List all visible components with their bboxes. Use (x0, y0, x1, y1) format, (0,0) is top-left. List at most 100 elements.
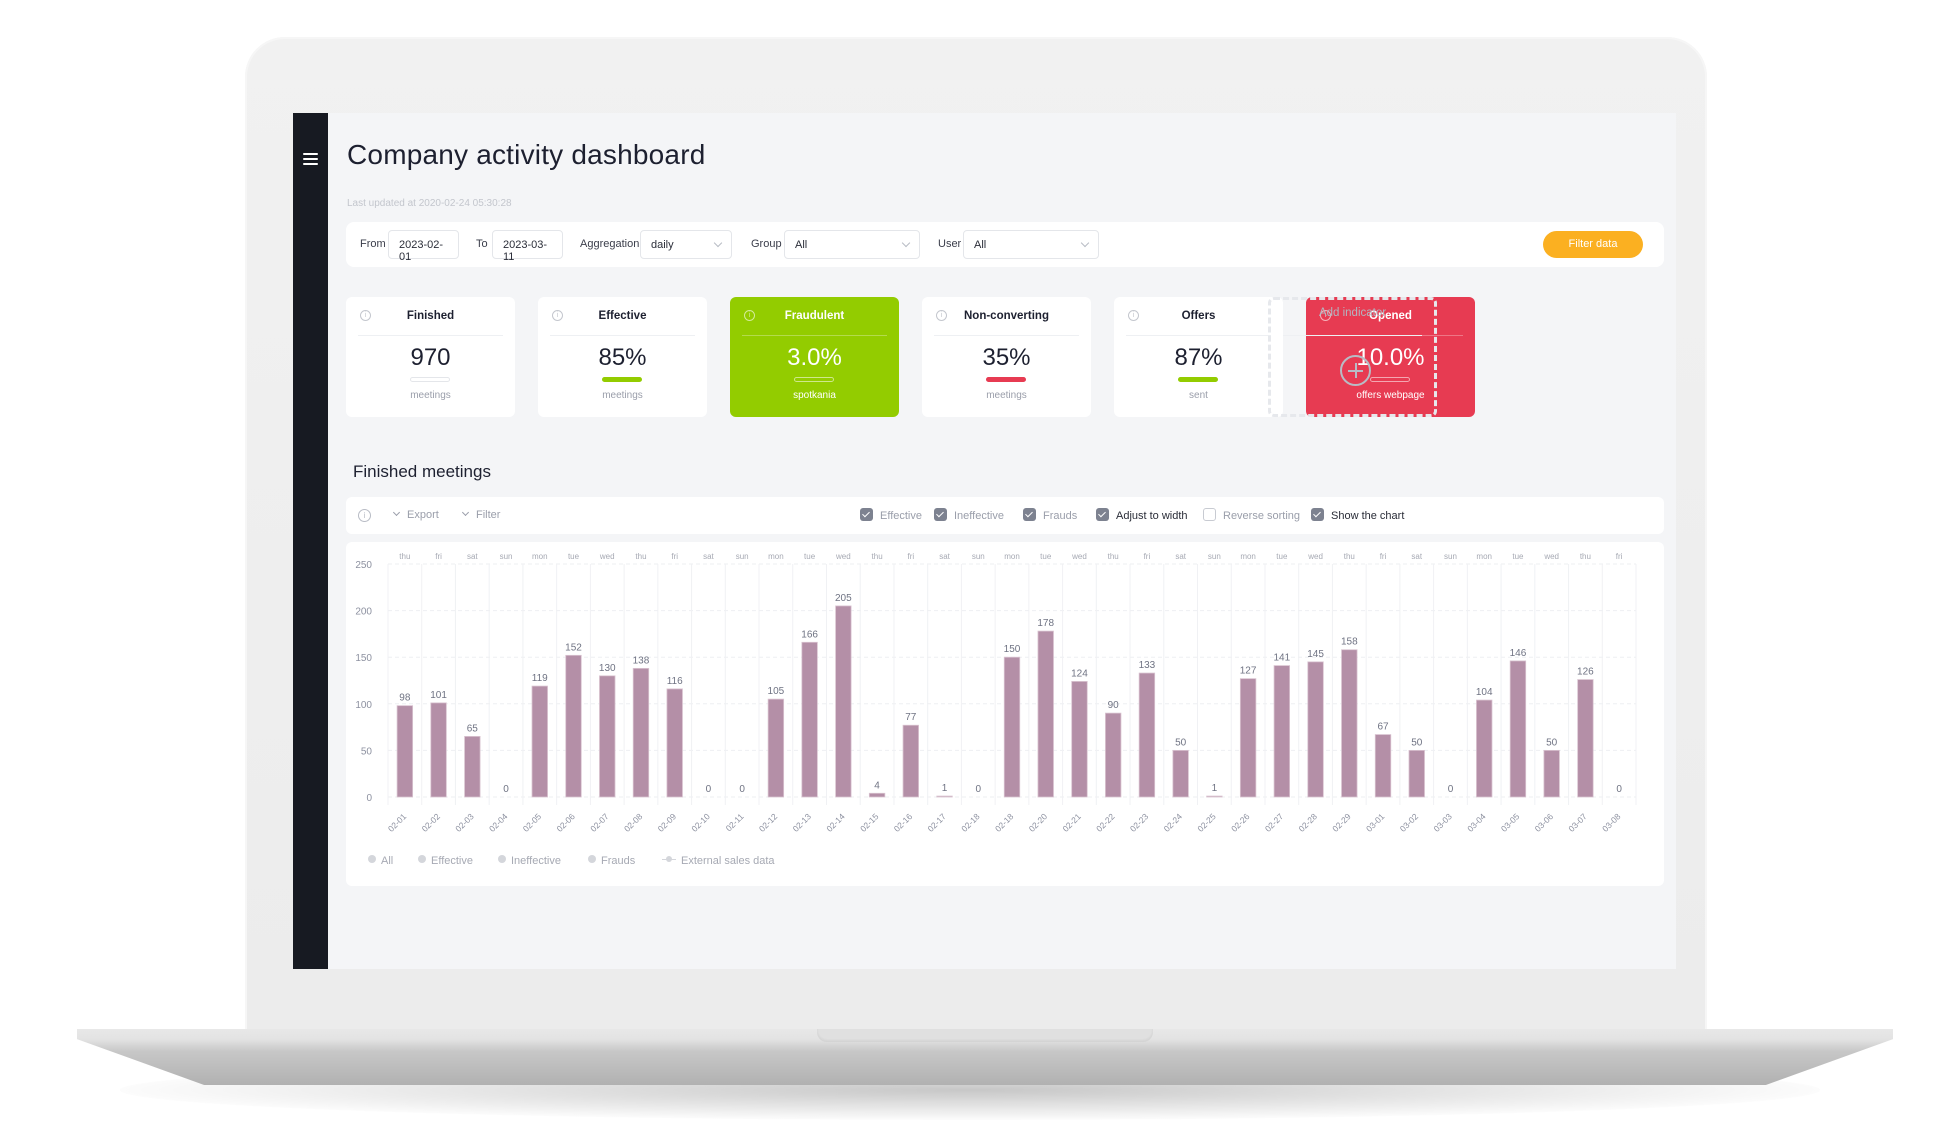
legend-item-effective[interactable]: Effective (418, 855, 473, 867)
legend-marker-icon (418, 855, 426, 863)
checkbox-label: Reverse sorting (1223, 510, 1301, 522)
bar (1037, 630, 1054, 798)
bar (396, 705, 414, 798)
checkbox-frauds[interactable]: Frauds (1023, 508, 1077, 522)
data-label: 127 (1240, 666, 1257, 677)
export-label: Export (407, 509, 439, 521)
group-label: Group (751, 238, 782, 250)
indicator-card-offers[interactable]: i Offers 87% sent (1114, 297, 1283, 417)
card-header: i Fraudulent (742, 297, 887, 336)
weekday-label: thu (1108, 552, 1119, 561)
export-dropdown[interactable]: Export (392, 508, 439, 521)
indicator-name: Fraudulent (784, 310, 845, 322)
weekday-label: wed (599, 552, 615, 561)
user-label: User (938, 238, 962, 250)
x-tick-label: 02-21 (1060, 811, 1083, 834)
x-tick-label: 02-07 (588, 811, 611, 834)
bar (599, 675, 616, 798)
chevron-down-icon (901, 238, 911, 248)
checkbox-label: Show the chart (1331, 510, 1405, 522)
page-title: Company activity dashboard (347, 139, 706, 170)
weekday-label: mon (768, 552, 784, 561)
to-label: To (476, 238, 488, 250)
checkbox-box[interactable] (934, 508, 947, 521)
plus-circle-icon[interactable] (1340, 355, 1371, 386)
x-tick-label: 02-15 (858, 811, 881, 834)
weekday-label: thu (399, 552, 410, 561)
filter-dropdown[interactable]: Filter (461, 508, 500, 521)
indicator-card-fraudulent[interactable]: i Fraudulent 3.0% spotkania (730, 297, 899, 417)
chevron-down-icon (392, 508, 401, 517)
indicator-name: Effective (598, 310, 647, 322)
data-label: 67 (1377, 722, 1389, 733)
add-indicator-card[interactable]: Add indicator (1268, 297, 1437, 417)
weekday-label: fri (435, 552, 442, 561)
x-tick-label: 03-02 (1398, 811, 1421, 834)
indicator-card-effective[interactable]: i Effective 85% meetings (538, 297, 707, 417)
data-label: 0 (739, 784, 745, 795)
filter-data-button[interactable]: Filter data (1543, 231, 1643, 258)
x-tick-label: 02-05 (521, 811, 544, 834)
indicator-name: Finished (406, 310, 455, 322)
weekday-label: sun (500, 552, 513, 561)
data-label: 0 (706, 784, 712, 795)
indicator-value: 970 (410, 344, 451, 371)
checkbox-label: Ineffective (954, 510, 1004, 522)
checkbox-effective[interactable]: Effective (860, 508, 922, 522)
legend-label: External sales data (681, 855, 775, 867)
data-label: 1 (1212, 783, 1218, 794)
indicator-card-finished[interactable]: i Finished 970 meetings (346, 297, 515, 417)
x-tick-label: 02-09 (656, 811, 679, 834)
add-indicator-label: Add indicator (1318, 307, 1387, 319)
hamburger-menu-icon[interactable] (303, 153, 318, 165)
checkbox-box[interactable] (1203, 508, 1216, 521)
checkbox-reverse-sorting[interactable]: Reverse sorting (1203, 508, 1300, 522)
x-tick-label: 03-07 (1566, 811, 1589, 834)
bar (868, 792, 886, 798)
legend-item-ineffective[interactable]: Ineffective (498, 855, 561, 867)
from-date-input[interactable]: 2023-02-01 (388, 230, 459, 263)
indicator-value: 87% (1174, 344, 1223, 371)
weekday-label: tue (1040, 552, 1052, 561)
x-tick-label: 02-12 (757, 811, 780, 834)
legend-item-all[interactable]: All (368, 855, 393, 867)
checkbox-show-the-chart[interactable]: Show the chart (1311, 508, 1404, 522)
user-select[interactable]: All (963, 230, 1099, 259)
data-label: 152 (565, 642, 582, 653)
legend-item-frauds[interactable]: Frauds (588, 855, 635, 867)
checkbox-adjust-to-width[interactable]: Adjust to width (1096, 508, 1188, 522)
filter-bar: From 2023-02-01 To 2023-03-11 Aggregatio… (346, 222, 1664, 267)
aggregation-select[interactable]: daily (640, 230, 732, 259)
checkbox-ineffective[interactable]: Ineffective (934, 508, 1004, 522)
group-select[interactable]: All (784, 230, 920, 259)
info-icon[interactable]: i (358, 509, 371, 522)
weekday-label: mon (1476, 552, 1492, 561)
x-tick-label: 02-16 (892, 811, 915, 834)
bar (1476, 699, 1493, 798)
bar (1239, 678, 1257, 798)
x-tick-label: 02-13 (791, 811, 814, 834)
indicator-card-non-converting[interactable]: i Non-converting 35% meetings (922, 297, 1091, 417)
checkbox-box[interactable] (1311, 508, 1324, 521)
bar (1577, 679, 1594, 798)
checkbox-box[interactable] (1096, 508, 1109, 521)
indicator-value: 3.0% (787, 344, 842, 371)
data-label: 145 (1307, 649, 1324, 660)
bar (632, 667, 650, 798)
to-date-input[interactable]: 2023-03-11 (492, 230, 563, 263)
data-label: 90 (1108, 700, 1120, 711)
x-tick-label: 03-06 (1533, 811, 1556, 834)
x-tick-label: 02-01 (386, 811, 409, 834)
laptop-mockup: Company activity dashboard Last updated … (0, 0, 1938, 1134)
weekday-label: wed (835, 552, 851, 561)
x-tick-label: 02-29 (1330, 811, 1353, 834)
x-tick-label: 02-11 (724, 811, 746, 833)
x-tick-label: 02-18 (959, 811, 982, 834)
bar (835, 605, 852, 798)
checkbox-box[interactable] (860, 508, 873, 521)
legend-item-external-sales-data[interactable]: External sales data (662, 855, 775, 867)
legend-marker-icon (662, 856, 676, 864)
data-label: 124 (1071, 668, 1088, 679)
checkbox-box[interactable] (1023, 508, 1036, 521)
legend-label: All (381, 855, 394, 867)
